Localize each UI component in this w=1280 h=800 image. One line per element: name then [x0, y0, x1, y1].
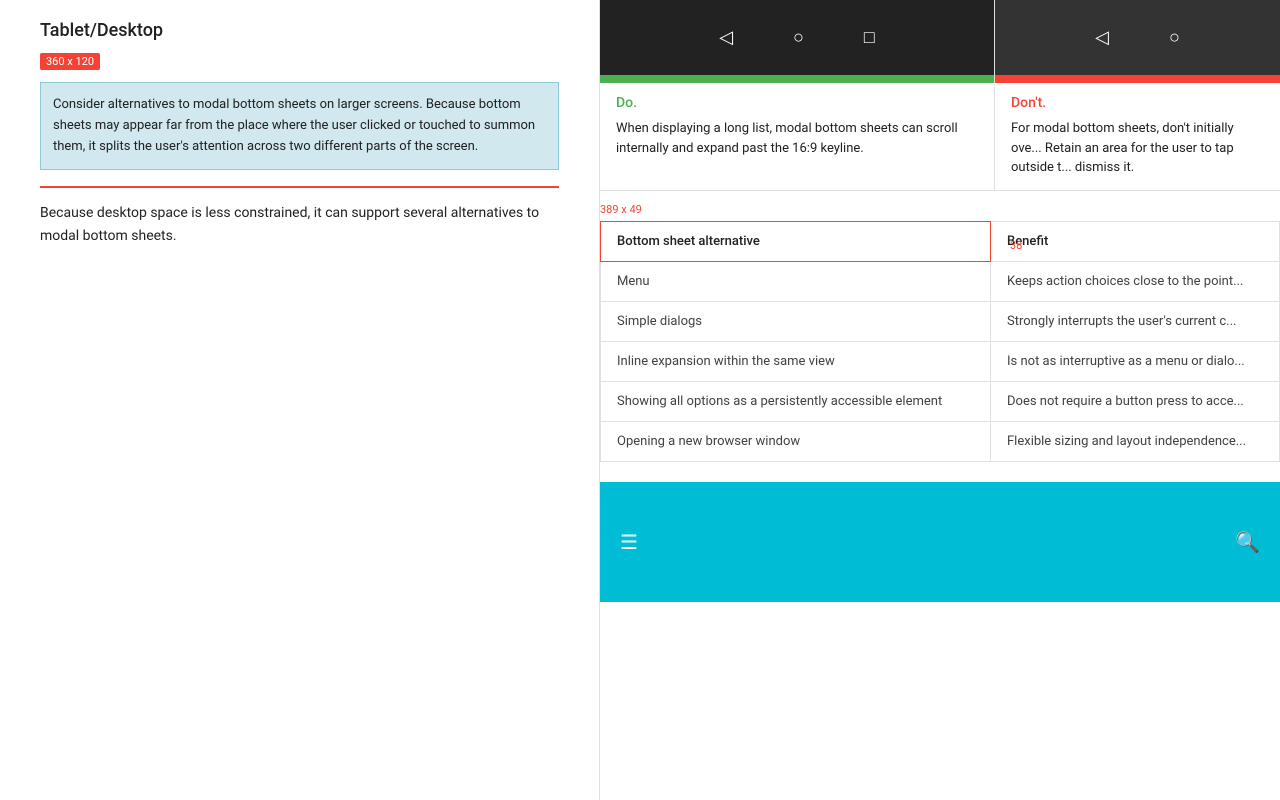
hamburger-icon[interactable]: ☰	[620, 530, 1235, 554]
table-cell-alternative: Opening a new browser window	[601, 421, 991, 461]
dimension-badge: 360 x 120	[40, 53, 100, 70]
table-row: MenuKeeps action choices close to the po…	[601, 261, 1280, 301]
table-cell-benefit: Strongly interrupts the user's current c…	[991, 301, 1280, 341]
table-cell-alternative: Showing all options as a persistently ac…	[601, 381, 991, 421]
do-label: Do.	[600, 83, 994, 115]
col-header-benefit: Benefit	[991, 221, 1280, 261]
dont-description: For modal bottom sheets, don't initially…	[995, 115, 1280, 190]
do-status-bar	[600, 75, 994, 83]
table-cell-alternative: Inline expansion within the same view	[601, 341, 991, 381]
phone-screen-right: ◁ ○	[995, 0, 1280, 75]
home-icon-left: ○	[793, 27, 804, 48]
table-cell-benefit: Does not require a button press to acce.…	[991, 381, 1280, 421]
table-row: Simple dialogsStrongly interrupts the us…	[601, 301, 1280, 341]
dont-status-bar	[995, 75, 1280, 83]
right-panel: ◁ ○ □ Do. When displaying a long list, m…	[600, 0, 1280, 800]
left-panel: Tablet/Desktop 360 x 120 Consider altern…	[0, 0, 600, 800]
dont-label: Don't.	[995, 83, 1280, 115]
description-text: Because desktop space is less constraine…	[40, 202, 559, 247]
bottom-cyan-section: ☰ 🔍	[600, 482, 1280, 602]
table-cell-benefit: Flexible sizing and layout independence.…	[991, 421, 1280, 461]
alternatives-table-container: 389 x 49 40 38 Bottom sheet alternative …	[600, 221, 1280, 462]
table-cell-alternative: Menu	[601, 261, 991, 301]
col-header-alternative: Bottom sheet alternative	[601, 221, 991, 261]
table-header-row: Bottom sheet alternative Benefit	[601, 221, 1280, 261]
back-icon-right: ◁	[1095, 27, 1109, 48]
recent-icon-left: □	[864, 27, 875, 48]
highlight-text: Consider alternatives to modal bottom sh…	[53, 95, 546, 157]
alternatives-table: Bottom sheet alternative Benefit MenuKee…	[600, 221, 1280, 462]
search-icon[interactable]: 🔍	[1235, 530, 1260, 554]
highlight-box: Consider alternatives to modal bottom sh…	[40, 82, 559, 170]
table-cell-benefit: Keeps action choices close to the point.…	[991, 261, 1280, 301]
table-row: Opening a new browser windowFlexible siz…	[601, 421, 1280, 461]
phone-do: ◁ ○ □ Do. When displaying a long list, m…	[600, 0, 995, 190]
phone-dont: ◁ ○ Don't. For modal bottom sheets, don'…	[995, 0, 1280, 190]
table-row: Inline expansion within the same viewIs …	[601, 341, 1280, 381]
tablet-desktop-heading: Tablet/Desktop	[40, 20, 559, 41]
do-description: When displaying a long list, modal botto…	[600, 115, 994, 170]
horizontal-divider	[40, 186, 559, 188]
phone-mockups-section: ◁ ○ □ Do. When displaying a long list, m…	[600, 0, 1280, 191]
back-icon-left: ◁	[719, 27, 733, 48]
home-icon-right: ○	[1169, 27, 1180, 48]
phone-screen-left: ◁ ○ □	[600, 0, 994, 75]
dim-389-annotation: 389 x 49	[600, 203, 642, 216]
table-cell-benefit: Is not as interruptive as a menu or dial…	[991, 341, 1280, 381]
dim-38-annotation: 38	[1010, 239, 1022, 252]
table-cell-alternative: Simple dialogs	[601, 301, 991, 341]
table-row: Showing all options as a persistently ac…	[601, 381, 1280, 421]
